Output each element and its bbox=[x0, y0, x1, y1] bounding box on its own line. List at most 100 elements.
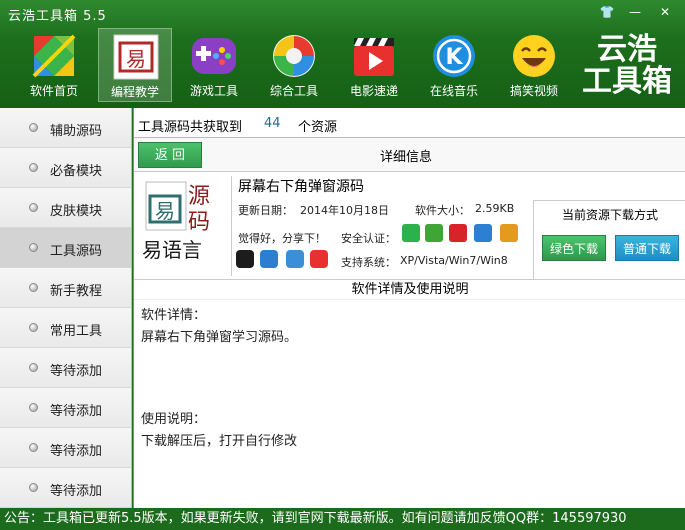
nav-label: 搞笑视频 bbox=[509, 84, 558, 98]
usage-heading: 使用说明： bbox=[141, 412, 207, 427]
sidebar-item-tool-source[interactable]: 工具源码 bbox=[0, 228, 131, 268]
detail-title: 详细信息 bbox=[380, 150, 433, 165]
sina-weibo-icon[interactable] bbox=[310, 250, 328, 268]
green-download-button[interactable]: 绿色下载 bbox=[542, 235, 606, 261]
brand-logo: 云浩 工具箱 bbox=[577, 34, 677, 100]
sidebar: 辅助源码 必备模块 皮肤模块 工具源码 新手教程 常用工具 等待添加 等待添加 … bbox=[0, 108, 132, 508]
minimize-button[interactable]: — bbox=[622, 3, 648, 21]
resource-name: 屏幕右下角弹窗源码 bbox=[238, 179, 364, 195]
share-prompt: 觉得好，分享下！ bbox=[238, 232, 326, 245]
nav-label: 游戏工具 bbox=[189, 84, 238, 98]
nav-game-tools[interactable]: 游戏工具 bbox=[177, 28, 251, 102]
nav-label: 电影速递 bbox=[349, 84, 398, 98]
sidebar-item-label: 等待添加 bbox=[50, 364, 103, 379]
sidebar-item-label: 皮肤模块 bbox=[50, 204, 103, 219]
security-label: 安全认证： bbox=[341, 232, 396, 245]
logo-text-bottom: 易语言 bbox=[142, 238, 202, 262]
skin-shirt-icon[interactable]: 👕 bbox=[594, 3, 620, 21]
sidebar-item-pending-2[interactable]: 等待添加 bbox=[0, 388, 131, 428]
360-shield-icon bbox=[402, 224, 420, 242]
update-date: 2014年10月18日 bbox=[300, 204, 389, 217]
file-size-label: 软件大小： bbox=[415, 204, 470, 217]
back-button[interactable]: 返 回 bbox=[138, 142, 202, 168]
detail-heading: 软件详情： bbox=[141, 308, 207, 323]
os-label: 支持系统： bbox=[341, 256, 396, 269]
count-suffix: 个资源 bbox=[298, 120, 338, 135]
nav-programming[interactable]: 易 编程教学 bbox=[98, 28, 172, 102]
laughing-face-icon bbox=[513, 35, 555, 77]
tencent-weibo-icon[interactable] bbox=[286, 250, 304, 268]
sidebar-item-label: 工具源码 bbox=[50, 244, 103, 259]
nav-funny-videos[interactable]: 搞笑视频 bbox=[497, 28, 571, 102]
radio-dot-icon bbox=[29, 403, 38, 412]
nav-label: 编程教学 bbox=[110, 85, 159, 99]
main-panel: 工具源码共获取到 44 个资源 返 回 详细信息 易 源 码 易语言 屏幕右下角… bbox=[133, 108, 685, 508]
detail-header: 返 回 详细信息 bbox=[134, 138, 685, 172]
radio-dot-icon bbox=[29, 443, 38, 452]
file-size: 2.59KB bbox=[475, 202, 515, 215]
kaspersky-icon bbox=[449, 224, 467, 242]
radio-dot-icon bbox=[29, 283, 38, 292]
easy-language-icon: 易 bbox=[113, 34, 159, 80]
nav-general-tools[interactable]: 综合工具 bbox=[257, 28, 331, 102]
description-title: 软件详情及使用说明 bbox=[134, 280, 685, 300]
status-bar: 公告：工具箱已更新5.5版本，如果更新失败，请到官网下载最新版。如有问题请加反馈… bbox=[0, 508, 685, 530]
sidebar-item-pending-3[interactable]: 等待添加 bbox=[0, 428, 131, 468]
app-title: 云浩工具箱 5.5 bbox=[8, 9, 107, 24]
update-date-label: 更新日期： bbox=[238, 204, 293, 217]
brand-line1: 云浩 bbox=[597, 32, 657, 67]
resource-count-bar: 工具源码共获取到 44 个资源 bbox=[134, 108, 685, 138]
nav-home[interactable]: 软件首页 bbox=[17, 28, 91, 102]
svg-text:易: 易 bbox=[155, 199, 175, 223]
sidebar-item-label: 必备模块 bbox=[50, 164, 103, 179]
nav-label: 软件首页 bbox=[29, 84, 78, 98]
windows-logo-icon bbox=[32, 34, 76, 78]
radio-dot-icon bbox=[29, 243, 38, 252]
close-button[interactable]: ✕ bbox=[652, 3, 678, 21]
sidebar-item-label: 等待添加 bbox=[50, 484, 103, 499]
radio-dot-icon bbox=[29, 203, 38, 212]
count-prefix: 工具源码共获取到 bbox=[138, 120, 243, 135]
supported-os: XP/Vista/Win7/Win8 bbox=[400, 254, 508, 267]
sidebar-item-assist-source[interactable]: 辅助源码 bbox=[0, 108, 131, 148]
sidebar-item-common-tools[interactable]: 常用工具 bbox=[0, 308, 131, 348]
normal-download-button[interactable]: 普通下载 bbox=[615, 235, 679, 261]
lion-shield-icon bbox=[500, 224, 518, 242]
radio-dot-icon bbox=[29, 163, 38, 172]
radio-dot-icon bbox=[29, 123, 38, 132]
logo-text-mid: 码 bbox=[188, 210, 211, 235]
nav-online-music[interactable]: K 在线音乐 bbox=[417, 28, 491, 102]
gamepad-icon bbox=[192, 38, 236, 74]
radio-dot-icon bbox=[29, 483, 38, 492]
nav-movies[interactable]: 电影速递 bbox=[337, 28, 411, 102]
brand-line2: 工具箱 bbox=[582, 64, 672, 99]
radio-dot-icon bbox=[29, 323, 38, 332]
nav-label: 在线音乐 bbox=[429, 84, 478, 98]
resource-info: 易 源 码 易语言 屏幕右下角弹窗源码 更新日期： 2014年10月18日 软件… bbox=[134, 172, 685, 280]
svg-text:K: K bbox=[445, 45, 463, 70]
sidebar-item-beginner-tutorial[interactable]: 新手教程 bbox=[0, 268, 131, 308]
usage-text: 下载解压后，打开自行修改 bbox=[141, 434, 298, 449]
sidebar-item-label: 辅助源码 bbox=[50, 124, 103, 139]
qq-icon[interactable] bbox=[236, 250, 254, 268]
title-toolbar: 云浩工具箱 5.5 👕 — ✕ 软件首页 易 编程教学 游戏工具 综合工具 电影… bbox=[0, 0, 685, 108]
kugou-music-icon: K bbox=[433, 35, 475, 77]
green-shield-icon bbox=[425, 224, 443, 242]
download-title: 当前资源下载方式 bbox=[561, 208, 658, 222]
sidebar-item-label: 常用工具 bbox=[50, 324, 103, 339]
sidebar-item-pending-1[interactable]: 等待添加 bbox=[0, 348, 131, 388]
resource-count: 44 bbox=[264, 116, 281, 131]
detail-text: 屏幕右下角弹窗学习源码。 bbox=[141, 330, 298, 345]
radio-dot-icon bbox=[29, 363, 38, 372]
colorful-ring-icon bbox=[273, 35, 315, 77]
qq-space-icon[interactable] bbox=[260, 250, 278, 268]
sidebar-item-skin-modules[interactable]: 皮肤模块 bbox=[0, 188, 131, 228]
sidebar-item-essential-modules[interactable]: 必备模块 bbox=[0, 148, 131, 188]
sidebar-item-label: 等待添加 bbox=[50, 404, 103, 419]
resource-logo: 易 源 码 易语言 bbox=[138, 176, 232, 276]
nav-label: 综合工具 bbox=[269, 84, 318, 98]
clapperboard-icon bbox=[354, 38, 394, 76]
tencent-shield-icon bbox=[474, 224, 492, 242]
svg-text:易: 易 bbox=[126, 47, 146, 71]
sidebar-item-pending-4[interactable]: 等待添加 bbox=[0, 468, 131, 508]
